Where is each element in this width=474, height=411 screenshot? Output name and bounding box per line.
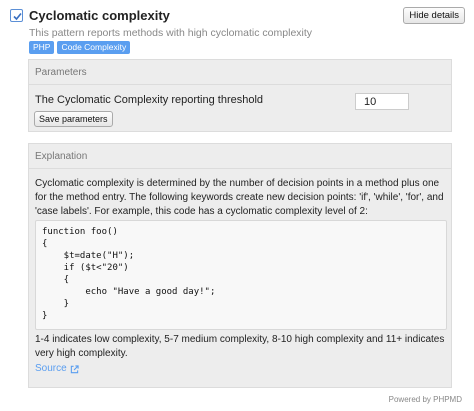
- threshold-label: The Cyclomatic Complexity reporting thre…: [35, 94, 264, 106]
- source-link-label: Source: [35, 363, 67, 374]
- rule-enabled-checkbox[interactable]: [10, 9, 23, 22]
- explanation-panel: Explanation Cyclomatic complexity is det…: [28, 143, 452, 388]
- parameters-heading: Parameters: [29, 60, 451, 85]
- tag-code-complexity: Code Complexity: [57, 41, 131, 54]
- powered-by: Powered by PHPMD: [388, 395, 462, 404]
- save-parameters-button[interactable]: Save parameters: [34, 111, 113, 127]
- complexity-levels: 1-4 indicates low complexity, 5-7 medium…: [35, 334, 445, 359]
- source-link[interactable]: Source: [35, 363, 79, 375]
- rule-title: Cyclomatic complexity: [29, 8, 170, 23]
- check-icon: [13, 12, 22, 21]
- code-example-text: function foo() { $t=date("H"); if ($t<"2…: [42, 227, 216, 321]
- hide-details-button[interactable]: Hide details: [403, 7, 465, 24]
- explanation-heading: Explanation: [29, 144, 451, 169]
- rule-header: Cyclomatic complexity Hide details: [10, 7, 466, 26]
- explanation-intro: Cyclomatic complexity is determined by t…: [35, 178, 444, 217]
- rule-tags: PHP Code Complexity: [29, 41, 131, 54]
- code-example: function foo() { $t=date("H"); if ($t<"2…: [35, 220, 447, 330]
- rule-description: This pattern reports methods with high c…: [29, 27, 313, 39]
- tag-php: PHP: [29, 41, 55, 54]
- parameters-panel: Parameters The Cyclomatic Complexity rep…: [28, 59, 452, 132]
- external-link-icon: [70, 364, 79, 373]
- threshold-input[interactable]: [355, 93, 409, 110]
